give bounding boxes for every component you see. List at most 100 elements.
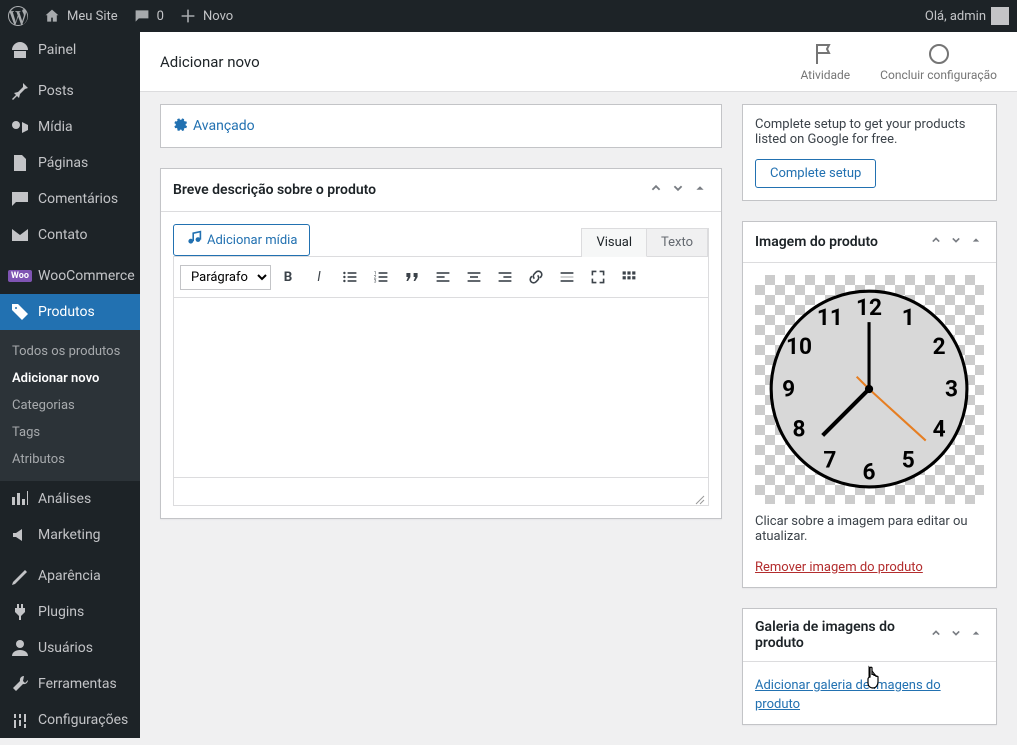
remove-image-link[interactable]: Remover imagem do produto bbox=[755, 560, 923, 575]
link-button[interactable] bbox=[522, 263, 550, 291]
plus-icon bbox=[178, 6, 198, 26]
comment-icon bbox=[132, 6, 152, 26]
advanced-panel[interactable]: Avançado bbox=[160, 104, 722, 148]
settings-icon bbox=[10, 710, 30, 730]
sidebar-item-posts[interactable]: Posts bbox=[0, 73, 140, 109]
bold-button[interactable]: B bbox=[274, 263, 302, 291]
sidebar-item-contact[interactable]: Contato bbox=[0, 217, 140, 253]
page-header: Adicionar novo Atividade Concluir config… bbox=[140, 32, 1017, 92]
svg-text:12: 12 bbox=[856, 294, 882, 321]
chevron-up-icon[interactable] bbox=[928, 625, 944, 645]
number-list-button[interactable]: 123 bbox=[367, 263, 395, 291]
chevron-up-icon[interactable] bbox=[647, 179, 665, 201]
chevron-down-icon[interactable] bbox=[948, 232, 964, 252]
sidebar-item-label: Páginas bbox=[38, 155, 88, 171]
toolbar-toggle-button[interactable] bbox=[615, 263, 643, 291]
media-icon bbox=[10, 117, 30, 137]
products-icon bbox=[10, 302, 30, 322]
sub-item-add-new[interactable]: Adicionar novo bbox=[0, 365, 140, 392]
sub-item-categories[interactable]: Categorias bbox=[0, 392, 140, 419]
format-select[interactable]: Parágrafo bbox=[180, 265, 271, 290]
product-image-box: Imagem do produto 1212 345 bbox=[742, 221, 997, 588]
clock-image: 1212 345 678 91011 bbox=[766, 286, 972, 492]
sidebar-item-settings[interactable]: Configurações bbox=[0, 702, 140, 738]
triangle-up-icon[interactable] bbox=[968, 625, 984, 645]
triangle-up-icon[interactable] bbox=[968, 232, 984, 252]
quote-button[interactable] bbox=[398, 263, 426, 291]
fullscreen-button[interactable] bbox=[584, 263, 612, 291]
plugins-icon bbox=[10, 602, 30, 622]
music-icon bbox=[186, 230, 202, 250]
sidebar-item-label: Contato bbox=[38, 227, 87, 243]
gallery-title: Galeria de imagens do produto bbox=[755, 619, 928, 651]
tab-text[interactable]: Texto bbox=[647, 229, 708, 256]
svg-text:2: 2 bbox=[933, 333, 946, 360]
new-link[interactable]: Novo bbox=[178, 6, 233, 26]
activity-button[interactable]: Atividade bbox=[800, 42, 850, 82]
product-image-title: Imagem do produto bbox=[755, 234, 878, 250]
home-icon bbox=[42, 6, 62, 26]
flag-icon bbox=[813, 42, 837, 66]
triangle-up-icon[interactable] bbox=[691, 179, 709, 201]
add-gallery-link[interactable]: Adicionar galeria de imagens do produto bbox=[755, 678, 941, 712]
finish-setup-label: Concluir configuração bbox=[880, 68, 997, 82]
tab-visual[interactable]: Visual bbox=[582, 229, 647, 257]
align-center-button[interactable] bbox=[460, 263, 488, 291]
advanced-link[interactable]: Avançado bbox=[173, 117, 709, 135]
product-image-help: Clicar sobre a imagem para editar ou atu… bbox=[755, 514, 984, 544]
sidebar-item-marketing[interactable]: Marketing bbox=[0, 517, 140, 553]
sub-item-attributes[interactable]: Atributos bbox=[0, 446, 140, 473]
italic-button[interactable]: I bbox=[305, 263, 333, 291]
analytics-icon bbox=[10, 489, 30, 509]
gear-icon bbox=[173, 117, 187, 135]
editor-toolbar: Parágrafo B I 123 bbox=[173, 256, 709, 298]
sidebar-item-pages[interactable]: Páginas bbox=[0, 145, 140, 181]
wp-logo[interactable] bbox=[8, 6, 28, 26]
sidebar-item-tools[interactable]: Ferramentas bbox=[0, 666, 140, 702]
resize-grip-icon[interactable] bbox=[694, 491, 706, 503]
add-media-button[interactable]: Adicionar mídia bbox=[173, 224, 310, 256]
svg-text:6: 6 bbox=[863, 459, 876, 486]
sidebar-item-media[interactable]: Mídia bbox=[0, 109, 140, 145]
insert-more-button[interactable] bbox=[553, 263, 581, 291]
sub-item-tags[interactable]: Tags bbox=[0, 419, 140, 446]
sidebar-item-label: Análises bbox=[38, 491, 91, 507]
site-link[interactable]: Meu Site bbox=[42, 6, 118, 26]
tools-icon bbox=[10, 674, 30, 694]
chevron-down-icon[interactable] bbox=[669, 179, 687, 201]
comments-link[interactable]: 0 bbox=[132, 6, 164, 26]
finish-setup-button[interactable]: Concluir configuração bbox=[880, 42, 997, 82]
sidebar-item-users[interactable]: Usuários bbox=[0, 630, 140, 666]
new-label: Novo bbox=[203, 9, 233, 24]
bullet-list-button[interactable] bbox=[336, 263, 364, 291]
chevron-down-icon[interactable] bbox=[948, 625, 964, 645]
pin-icon bbox=[10, 81, 30, 101]
svg-text:4: 4 bbox=[933, 416, 946, 443]
sidebar-item-appearance[interactable]: Aparência bbox=[0, 558, 140, 594]
appearance-icon bbox=[10, 566, 30, 586]
short-description-box: Breve descrição sobre o produto Adiciona… bbox=[160, 168, 722, 519]
activity-label: Atividade bbox=[800, 68, 850, 82]
sub-item-all-products[interactable]: Todos os produtos bbox=[0, 338, 140, 365]
editor-textarea[interactable] bbox=[173, 298, 709, 478]
short-description-title: Breve descrição sobre o produto bbox=[173, 182, 376, 198]
svg-text:8: 8 bbox=[793, 416, 806, 443]
chevron-up-icon[interactable] bbox=[928, 232, 944, 252]
sidebar-item-comments[interactable]: Comentários bbox=[0, 181, 140, 217]
sidebar-item-label: Ferramentas bbox=[38, 676, 117, 692]
sidebar-item-label: Configurações bbox=[38, 712, 128, 728]
sidebar-item-analytics[interactable]: Análises bbox=[0, 481, 140, 517]
product-image-preview[interactable]: 1212 345 678 91011 bbox=[755, 275, 984, 504]
align-left-button[interactable] bbox=[429, 263, 457, 291]
add-media-label: Adicionar mídia bbox=[207, 233, 297, 248]
complete-setup-button[interactable]: Complete setup bbox=[755, 159, 876, 188]
sidebar-item-products[interactable]: Produtos bbox=[0, 294, 140, 330]
sidebar-item-woocommerce[interactable]: Woo WooCommerce bbox=[0, 258, 140, 294]
align-right-button[interactable] bbox=[491, 263, 519, 291]
sidebar-item-plugins[interactable]: Plugins bbox=[0, 594, 140, 630]
user-greeting[interactable]: Olá, admin bbox=[925, 7, 1009, 25]
svg-text:3: 3 bbox=[374, 279, 377, 285]
svg-text:10: 10 bbox=[786, 333, 812, 360]
sidebar-item-dashboard[interactable]: Painel bbox=[0, 32, 140, 68]
svg-text:3: 3 bbox=[945, 376, 958, 403]
